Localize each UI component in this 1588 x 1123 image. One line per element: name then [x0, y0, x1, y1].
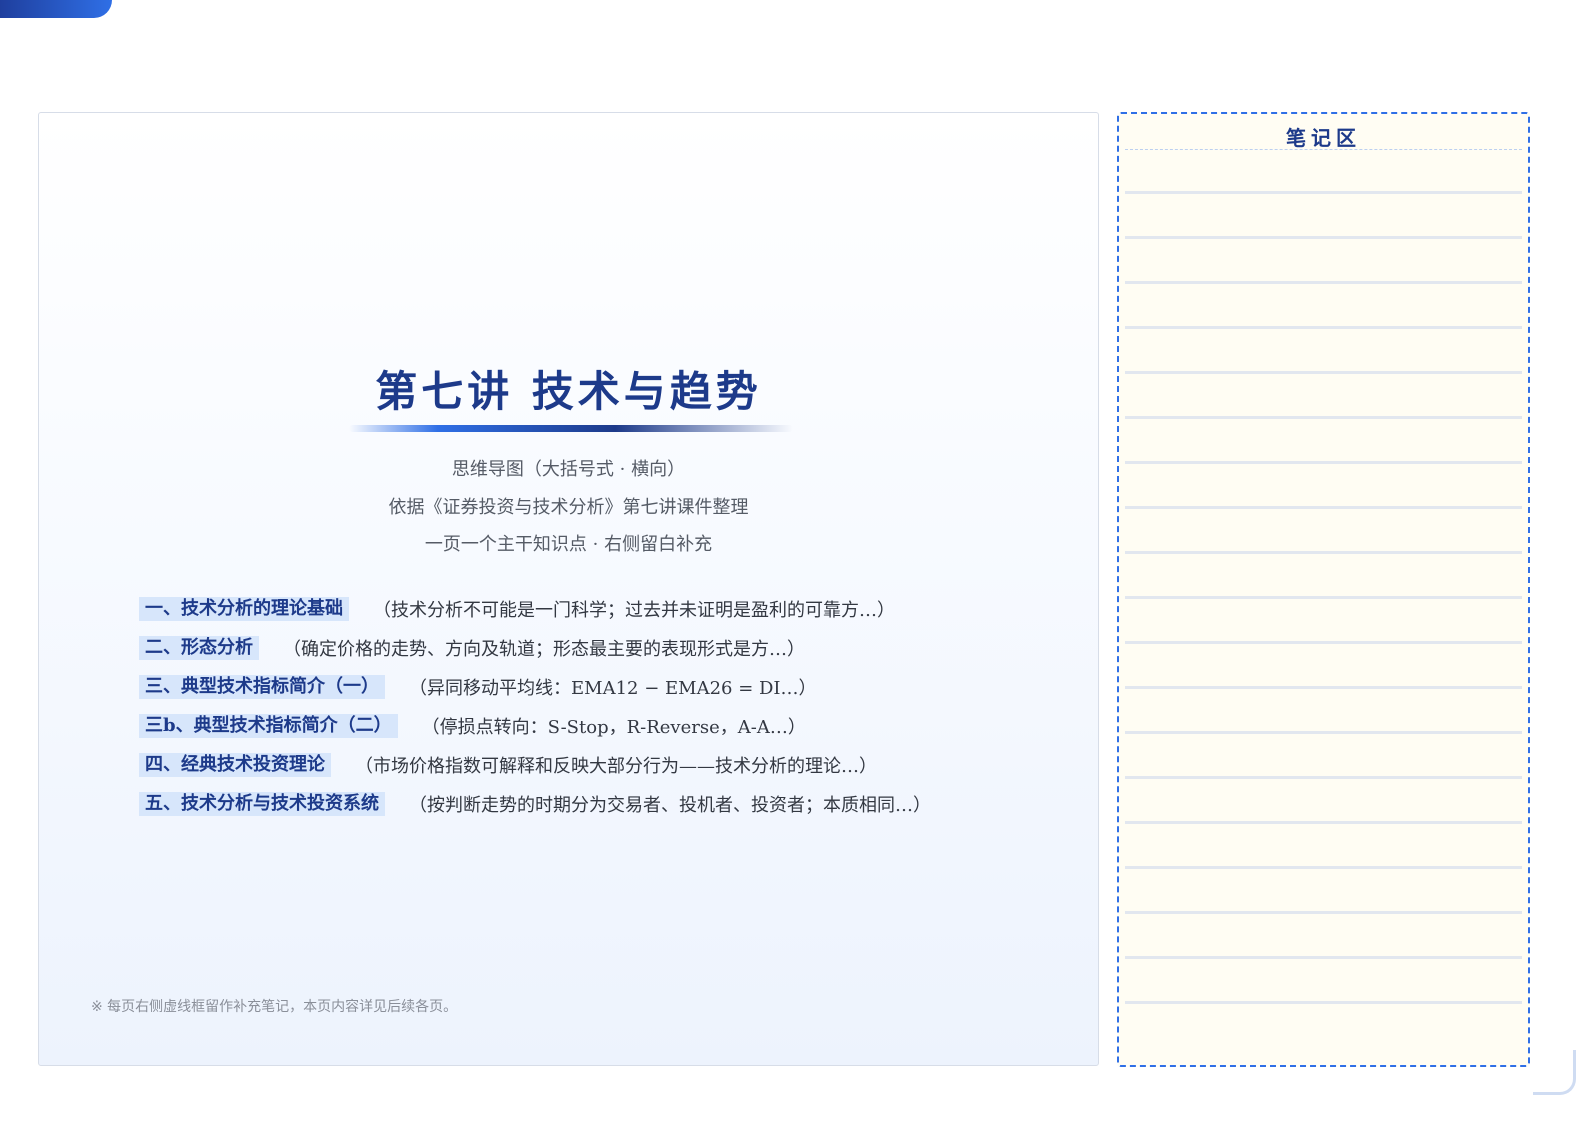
topic-item[interactable]: 三b、典型技术指标简介（二） （停损点转向：S-Stop，R-Reverse，A… [139, 706, 1059, 745]
note-line [1125, 956, 1522, 959]
note-line [1125, 731, 1522, 734]
note-line [1125, 326, 1522, 329]
subtitle-source: 依据《证券投资与技术分析》第七讲课件整理 [388, 497, 749, 518]
topic-label[interactable]: 二、形态分析 [139, 635, 259, 660]
topic-list: 一、技术分析的理论基础 （技术分析不可能是一门科学；过去并未证明是盈利的可靠方…… [139, 589, 1059, 823]
note-line [1125, 641, 1522, 644]
corner-bracket-decoration [1533, 1050, 1576, 1095]
topic-label[interactable]: 五、技术分析与技术投资系统 [139, 791, 385, 816]
note-line [1125, 416, 1522, 419]
topic-description: （按判断走势的时期分为交易者、投机者、投资者；本质相同…） [409, 794, 931, 816]
corner-tab-decoration [0, 0, 112, 18]
main-panel: 第七讲 技术与趋势 思维导图（大括号式 · 横向） 依据《证券投资与技术分析》第… [38, 112, 1099, 1066]
topic-item[interactable]: 四、经典技术投资理论 （市场价格指数可解释和反映大部分行为——技术分析的理论…） [139, 745, 1059, 784]
notes-lines [1125, 191, 1522, 1046]
topic-label[interactable]: 四、经典技术投资理论 [139, 752, 331, 777]
topic-description: （市场价格指数可解释和反映大部分行为——技术分析的理论…） [355, 755, 877, 777]
page: 第七讲 技术与趋势 思维导图（大括号式 · 横向） 依据《证券投资与技术分析》第… [0, 0, 1588, 1123]
note-line [1125, 866, 1522, 869]
notes-panel[interactable]: 笔记区 [1117, 112, 1530, 1067]
note-line [1125, 236, 1522, 239]
topic-description: （异同移动平均线：EMA12 − EMA26 = DI…） [409, 677, 817, 699]
title-underline [349, 425, 793, 432]
note-line [1125, 191, 1522, 194]
page-title: 第七讲 技术与趋势 [375, 367, 762, 416]
note-line [1125, 821, 1522, 824]
topic-description: （确定价格的走势、方向及轨道；形态最主要的表现形式是方…） [283, 638, 805, 660]
topic-description: （停损点转向：S-Stop，R-Reverse，A-A…） [421, 716, 806, 738]
topic-label[interactable]: 三、典型技术指标简介（一） [139, 674, 385, 699]
topic-item[interactable]: 三、典型技术指标简介（一） （异同移动平均线：EMA12 − EMA26 = D… [139, 667, 1059, 706]
note-line [1125, 911, 1522, 914]
note-line [1125, 686, 1522, 689]
note-line [1125, 551, 1522, 554]
topic-label[interactable]: 一、技术分析的理论基础 [139, 596, 349, 621]
topic-description: （技术分析不可能是一门科学；过去并未证明是盈利的可靠方…） [373, 599, 895, 621]
notes-title: 笔记区 [1286, 126, 1361, 150]
topic-item[interactable]: 一、技术分析的理论基础 （技术分析不可能是一门科学；过去并未证明是盈利的可靠方…… [139, 589, 1059, 628]
topic-label[interactable]: 三b、典型技术指标简介（二） [139, 713, 398, 738]
note-line [1125, 1001, 1522, 1004]
note-line [1125, 776, 1522, 779]
topic-item[interactable]: 二、形态分析 （确定价格的走势、方向及轨道；形态最主要的表现形式是方…） [139, 628, 1059, 667]
subtitle-format: 思维导图（大括号式 · 横向） [451, 459, 686, 480]
note-line [1125, 461, 1522, 464]
note-line [1125, 371, 1522, 374]
notes-title-divider [1125, 149, 1522, 150]
footnote: ※ 每页右侧虚线框留作补充笔记，本页内容详见后续各页。 [91, 999, 458, 1015]
note-line [1125, 596, 1522, 599]
note-line [1125, 281, 1522, 284]
subtitle-guide: 一页一个主干知识点 · 右侧留白补充 [424, 534, 713, 555]
topic-item[interactable]: 五、技术分析与技术投资系统 （按判断走势的时期分为交易者、投机者、投资者；本质相… [139, 784, 1059, 823]
note-line [1125, 506, 1522, 509]
